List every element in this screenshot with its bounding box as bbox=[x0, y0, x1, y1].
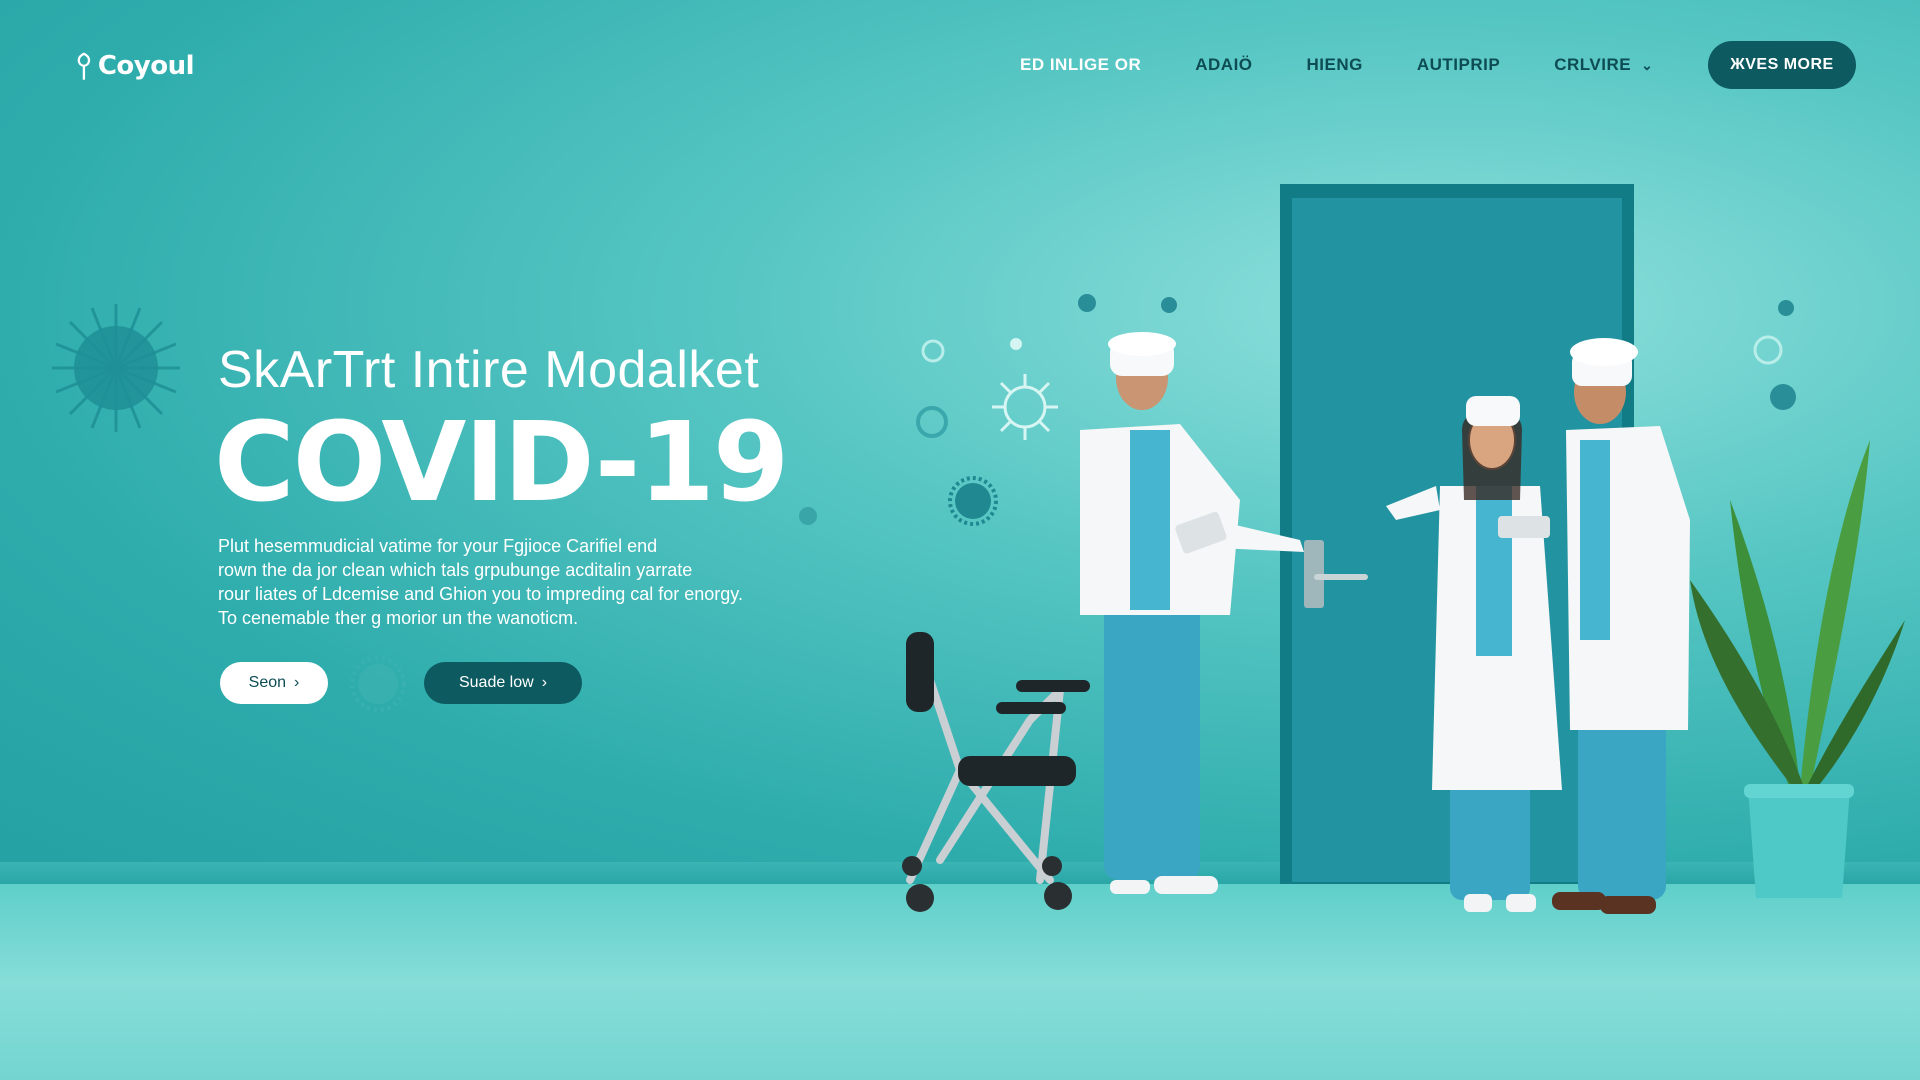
doctor-figure bbox=[1080, 332, 1304, 894]
hospital-illustration bbox=[902, 184, 1905, 914]
potted-plant bbox=[1690, 440, 1905, 898]
walker-seat bbox=[902, 632, 1090, 912]
